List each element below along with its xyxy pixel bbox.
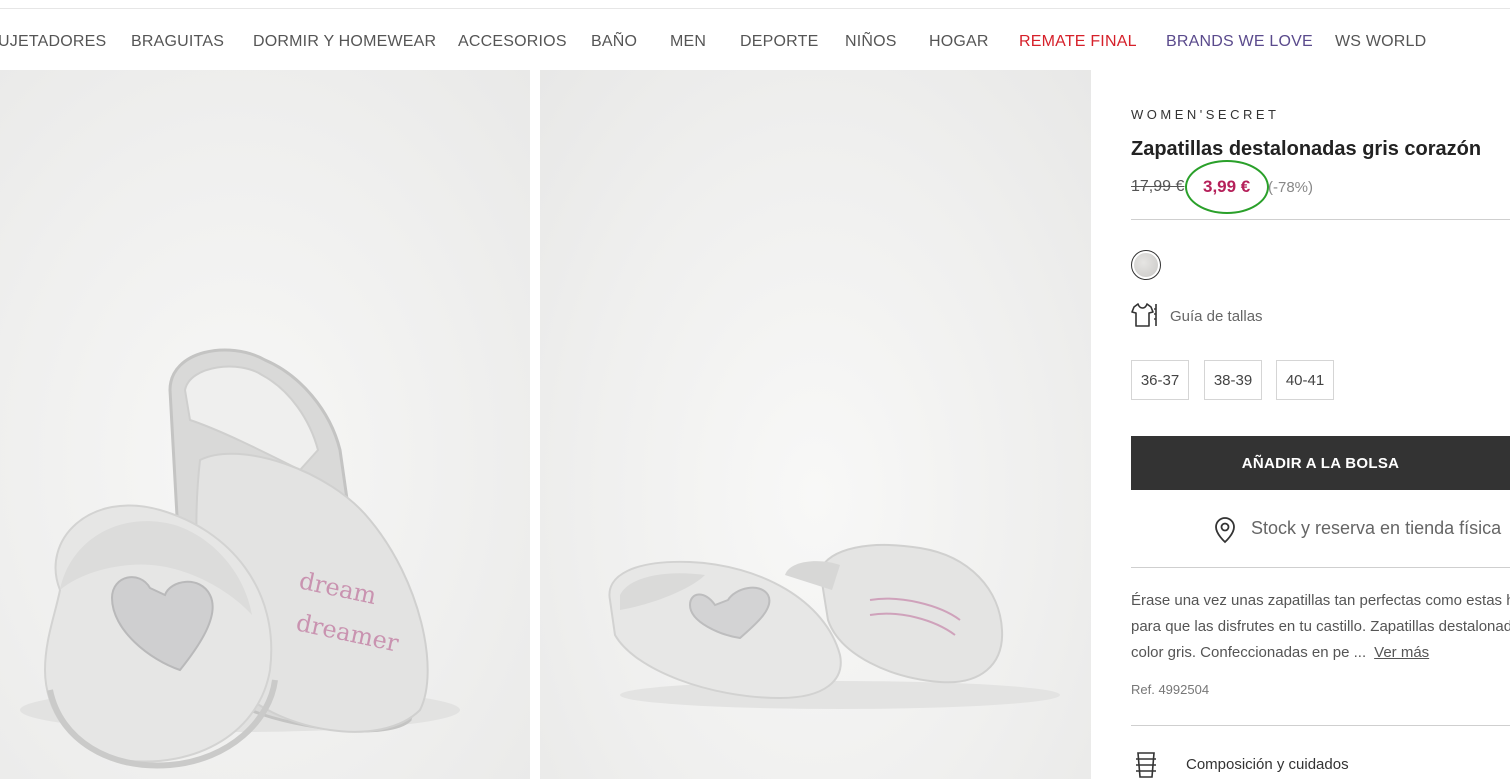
product-reference: Ref. 4992504 [1131, 682, 1210, 697]
swatch-fill [1134, 253, 1158, 277]
nav-item-remate-final[interactable]: REMATE FINAL [1019, 33, 1137, 51]
tshirt-ruler-icon [1131, 303, 1157, 327]
product-info-panel: WOMEN'SECRET Zapatillas destalonadas gri… [1131, 70, 1510, 779]
size-option-38-39[interactable]: 38-39 [1204, 360, 1262, 400]
add-to-bag-button[interactable]: AÑADIR A LA BOLSA [1131, 436, 1510, 490]
nav-item-deporte[interactable]: DEPORTE [740, 33, 818, 51]
size-option-40-41[interactable]: 40-41 [1276, 360, 1334, 400]
original-price: 17,99 € [1131, 178, 1185, 195]
add-to-bag-label: AÑADIR A LA BOLSA [1241, 454, 1400, 472]
store-stock-link[interactable]: Stock y reserva en tienda física [1251, 518, 1501, 539]
stock-divider [1131, 567, 1510, 568]
nav-item-braguitas[interactable]: BRAGUITAS [131, 33, 224, 51]
location-pin-icon [1215, 517, 1235, 544]
product-image-2[interactable] [540, 70, 1091, 779]
description-line-1: Érase una vez unas zapatillas tan perfec… [1131, 592, 1510, 609]
ref-divider [1131, 725, 1510, 726]
nav-item-accesorios[interactable]: ACCESORIOS [458, 33, 567, 51]
price-divider [1131, 219, 1510, 220]
nav-item-ws-world[interactable]: WS WORLD [1335, 33, 1426, 51]
color-swatch-grey[interactable] [1131, 250, 1161, 280]
slippers-side-illustration [608, 543, 1060, 709]
nav-item-bano[interactable]: BAÑO [591, 33, 637, 51]
nav-item-sujetadores[interactable]: UJETADORES [0, 33, 106, 51]
brand-name: WOMEN'SECRET [1131, 107, 1280, 122]
description-line-2: para que las disfrutes en tu castillo. Z… [1131, 618, 1510, 635]
composition-care-toggle[interactable]: Composición y cuidados [1186, 756, 1349, 773]
product-description: Érase una vez unas zapatillas tan perfec… [1131, 588, 1510, 668]
product-image-1[interactable]: dream dreamer [0, 70, 530, 779]
main-nav: UJETADORES BRAGUITAS DORMIR Y HOMEWEAR A… [0, 0, 1510, 70]
size-guide-link[interactable]: Guía de tallas [1170, 308, 1263, 325]
description-line-3: color gris. Confeccionadas en pe ... Ver … [1131, 640, 1510, 666]
nav-item-dormir[interactable]: DORMIR Y HOMEWEAR [253, 33, 436, 51]
nav-item-brands-we-love[interactable]: BRANDS WE LOVE [1166, 33, 1313, 51]
slippers-pair-illustration: dream dreamer [20, 348, 460, 769]
nav-item-men[interactable]: MEN [670, 33, 706, 51]
price-highlight-circle [1185, 160, 1269, 214]
nav-item-hogar[interactable]: HOGAR [929, 33, 989, 51]
description-line-3-text: color gris. Confeccionadas en pe ... [1131, 644, 1367, 661]
washing-care-icon [1136, 752, 1156, 778]
product-title: Zapatillas destalonadas gris corazón [1131, 138, 1482, 160]
read-more-link[interactable]: Ver más [1374, 644, 1429, 661]
discount-badge: (-78%) [1268, 179, 1314, 196]
nav-item-ninos[interactable]: NIÑOS [845, 33, 897, 51]
size-option-36-37[interactable]: 36-37 [1131, 360, 1189, 400]
